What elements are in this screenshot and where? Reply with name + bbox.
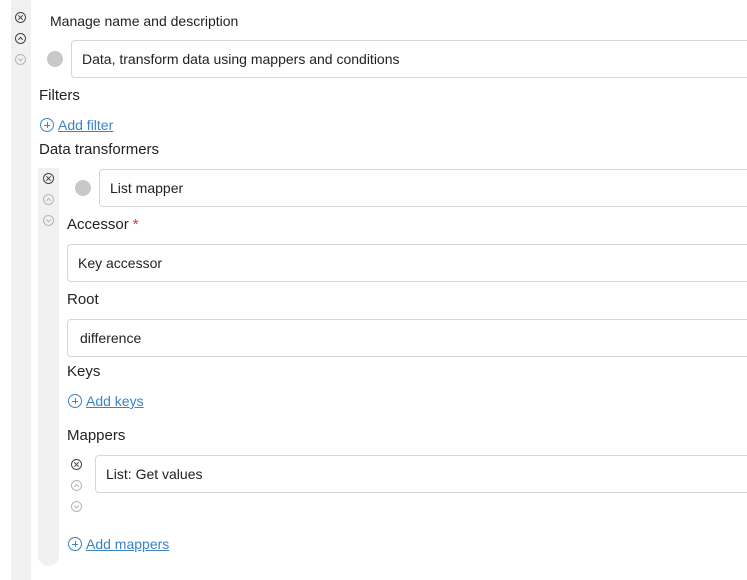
filters-label: Filters	[39, 87, 80, 104]
plus-circle-icon	[68, 394, 82, 408]
mappers-label: Mappers	[67, 427, 126, 444]
section-title: Manage name and description	[50, 13, 239, 29]
status-dot	[47, 51, 63, 67]
plus-circle-icon	[68, 537, 82, 551]
name-field[interactable]: Data, transform data using mappers and c…	[71, 40, 747, 78]
transformer-name-field[interactable]: List mapper	[99, 169, 747, 207]
accessor-label-text: Accessor	[67, 216, 129, 233]
keys-label: Keys	[67, 363, 101, 380]
mapper-select[interactable]: List: Get values	[95, 455, 747, 493]
add-keys-link[interactable]: Add keys	[68, 393, 144, 409]
add-mappers-link[interactable]: Add mappers	[68, 536, 169, 552]
transformer-status-dot	[75, 180, 91, 196]
remove-item-icon[interactable]	[15, 12, 26, 23]
move-mapper-up-icon[interactable]	[71, 480, 82, 491]
add-mappers-label: Add mappers	[86, 536, 170, 552]
move-up-icon[interactable]	[15, 33, 26, 44]
move-transformer-down-icon[interactable]	[43, 215, 54, 226]
move-transformer-up-icon[interactable]	[43, 194, 54, 205]
outer-item-sidebar	[11, 0, 31, 580]
add-filter-label: Add filter	[58, 117, 114, 133]
add-keys-label: Add keys	[86, 393, 144, 409]
remove-transformer-icon[interactable]	[43, 173, 54, 184]
remove-mapper-icon[interactable]	[71, 459, 82, 470]
transformer-item-sidebar	[38, 168, 59, 566]
add-filter-link[interactable]: Add filter	[40, 117, 113, 133]
move-down-icon[interactable]	[15, 54, 26, 65]
plus-circle-icon	[40, 118, 54, 132]
accessor-select[interactable]: Key accessor	[67, 244, 747, 282]
accessor-label: Accessor *	[67, 216, 139, 233]
move-mapper-down-icon[interactable]	[71, 501, 82, 512]
required-mark: *	[132, 216, 139, 233]
root-label: Root	[67, 291, 99, 308]
data-transformers-label: Data transformers	[39, 141, 160, 158]
root-input[interactable]: difference	[67, 319, 747, 357]
